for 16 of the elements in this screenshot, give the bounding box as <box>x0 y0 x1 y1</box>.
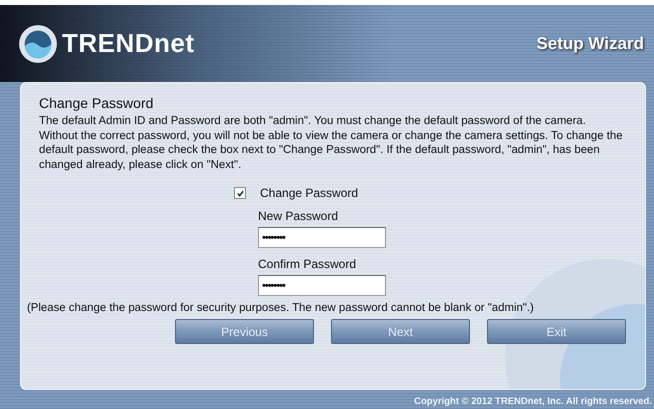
password-field[interactable]: •••••••• <box>258 275 386 296</box>
description-text: The default Admin ID and Password are both "admin". You must change the default password of the camera. Without the correct password, you will not be able to view the camera or change the camera settings. To change the default password, please check the box next to "Change Password". If the default password, "admin", has been changed already, please click on "Next". <box>39 114 624 172</box>
section-heading: Change Password <box>39 95 154 111</box>
globe-logo-icon <box>18 24 58 64</box>
page-title: Setup Wizard <box>536 34 644 54</box>
password-field[interactable]: •••••••• <box>258 227 386 248</box>
field-label: Confirm Password <box>258 257 358 271</box>
field-label: New Password <box>258 209 340 223</box>
checkbox[interactable] <box>234 187 246 199</box>
wizard-button[interactable]: Previous <box>175 319 314 344</box>
brand-name: TRENDnet <box>62 28 195 59</box>
wizard-button[interactable]: Exit <box>487 319 626 344</box>
note-text: (Please change the password for security purposes. The new password cannot be blank or "admin".) <box>27 302 535 314</box>
checkbox-label: Change Password <box>260 186 358 200</box>
wizard-button[interactable]: Next <box>331 319 470 344</box>
copyright-text: Copyright © 2012 TRENDnet, Inc. All rights reserved. <box>414 396 652 407</box>
